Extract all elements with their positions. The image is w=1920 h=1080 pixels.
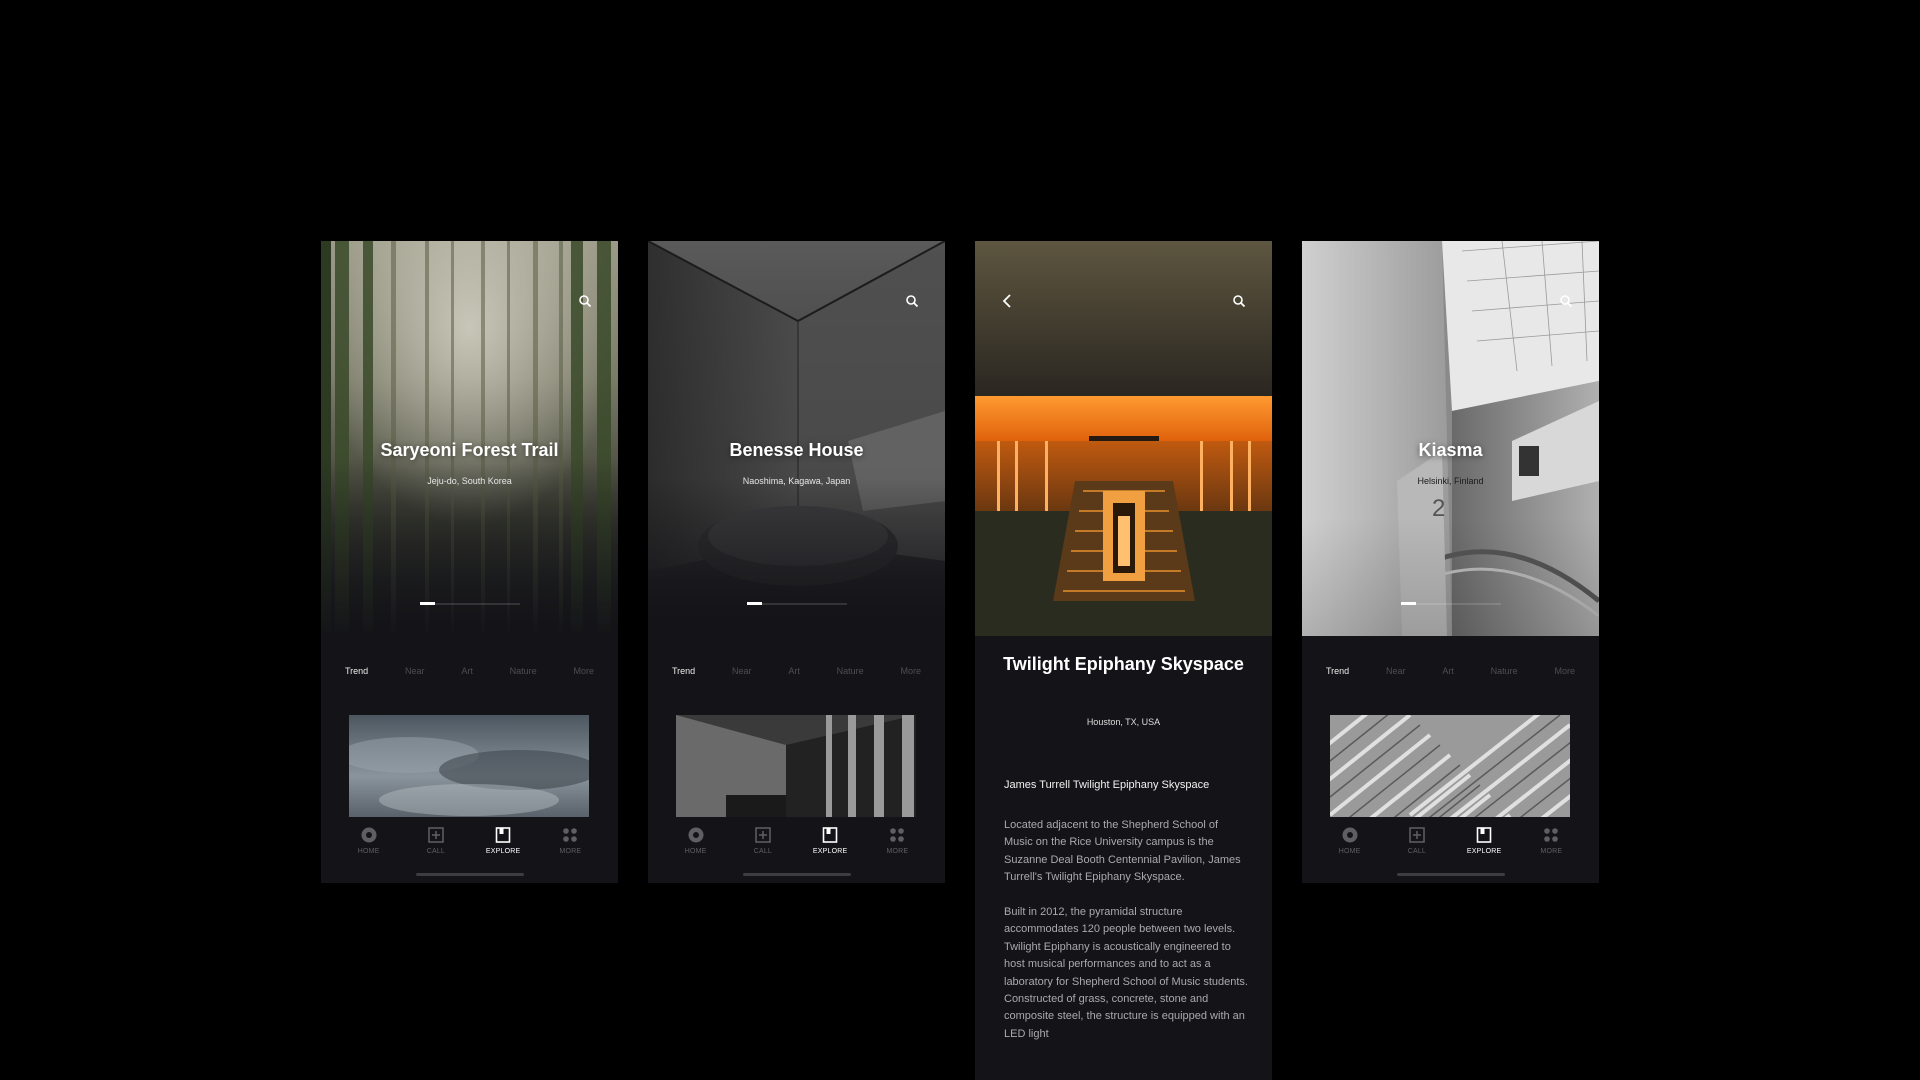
tab-nature[interactable]: Nature	[837, 666, 864, 682]
hero-shade	[648, 241, 945, 636]
nav-label: EXPLORE	[812, 848, 848, 855]
bottom-nav: HOME CALL EXPLORE MORE	[648, 826, 945, 866]
carousel-active-dot	[419, 602, 435, 605]
nav-home[interactable]: HOME	[344, 826, 394, 866]
category-tabs: Trend Near Art Nature More	[345, 666, 594, 682]
place-title: Benesse House	[729, 440, 864, 460]
nav-explore[interactable]: EXPLORE	[805, 826, 855, 866]
place-title: Twilight Epiphany Skyspace	[1003, 654, 1244, 674]
more-icon	[563, 828, 578, 842]
screen-kiasma: 2 Kiasma Helsinki, Finland Trend Near Ar…	[1302, 241, 1599, 883]
nav-explore[interactable]: EXPLORE	[478, 826, 528, 866]
more-icon	[890, 828, 905, 842]
hero-image-skyspace	[975, 241, 1272, 636]
nav-call[interactable]: CALL	[738, 826, 788, 866]
tab-nature[interactable]: Nature	[1491, 666, 1518, 682]
carousel-indicator[interactable]	[1400, 602, 1501, 605]
nav-label: CALL	[1407, 848, 1427, 855]
nav-label: EXPLORE	[485, 848, 521, 855]
nav-label: CALL	[753, 848, 773, 855]
category-tabs: Trend Near Art Nature More	[672, 666, 921, 682]
home-indicator[interactable]	[415, 873, 524, 876]
nav-more[interactable]: MORE	[545, 826, 595, 866]
home-icon	[688, 827, 704, 843]
tab-art[interactable]: Art	[788, 666, 800, 682]
thumbnail-stripes[interactable]	[1330, 715, 1570, 817]
call-icon	[755, 827, 771, 843]
screen-skyspace-detail: Twilight Epiphany Skyspace Houston, TX, …	[975, 241, 1272, 1080]
tab-more[interactable]: More	[900, 666, 921, 682]
carousel-indicator[interactable]	[419, 602, 520, 605]
tab-near[interactable]: Near	[732, 666, 752, 682]
tab-trend[interactable]: Trend	[672, 666, 695, 682]
search-icon[interactable]	[1559, 294, 1573, 308]
place-location: Naoshima, Kagawa, Japan	[742, 476, 851, 486]
home-icon	[361, 827, 377, 843]
bottom-nav: HOME CALL EXPLORE MORE	[321, 826, 618, 866]
tab-near[interactable]: Near	[1386, 666, 1406, 682]
home-indicator[interactable]	[1396, 873, 1505, 876]
article-heading: James Turrell Twilight Epiphany Skyspace	[1004, 779, 1210, 791]
place-location: Jeju-do, South Korea	[427, 476, 512, 486]
tab-art[interactable]: Art	[461, 666, 473, 682]
article-paragraph-1: Located adjacent to the Shepherd School …	[1004, 819, 1241, 884]
nav-label: CALL	[426, 848, 446, 855]
call-icon	[1409, 827, 1425, 843]
explore-icon	[495, 827, 511, 843]
place-location: Houston, TX, USA	[1086, 717, 1161, 727]
place-title: Saryeoni Forest Trail	[380, 440, 559, 460]
hero-shade	[1302, 241, 1599, 636]
tab-more[interactable]: More	[573, 666, 594, 682]
nav-call[interactable]: CALL	[1392, 826, 1442, 866]
nav-home[interactable]: HOME	[1325, 826, 1375, 866]
tab-art[interactable]: Art	[1442, 666, 1454, 682]
nav-label: HOME	[357, 848, 380, 855]
place-location: Helsinki, Finland	[1417, 476, 1484, 486]
nav-label: MORE	[559, 848, 582, 855]
carousel-indicator[interactable]	[746, 602, 847, 605]
tab-trend[interactable]: Trend	[345, 666, 368, 682]
nav-more[interactable]: MORE	[872, 826, 922, 866]
call-icon	[428, 827, 444, 843]
tab-nature[interactable]: Nature	[510, 666, 537, 682]
nav-label: HOME	[1338, 848, 1361, 855]
nav-call[interactable]: CALL	[411, 826, 461, 866]
carousel-active-dot	[1400, 602, 1416, 605]
nav-home[interactable]: HOME	[671, 826, 721, 866]
tab-more[interactable]: More	[1554, 666, 1575, 682]
tab-trend[interactable]: Trend	[1326, 666, 1349, 682]
place-title: Kiasma	[1418, 440, 1483, 460]
home-indicator[interactable]	[742, 873, 851, 876]
thumbnail-colonnade[interactable]	[676, 715, 916, 817]
article-paragraph-2: Built in 2012, the pyramidal structure a…	[1004, 906, 1248, 1040]
search-icon[interactable]	[1232, 294, 1246, 308]
tab-near[interactable]: Near	[405, 666, 425, 682]
explore-icon	[1476, 827, 1492, 843]
screen-benesse: Benesse House Naoshima, Kagawa, Japan Tr…	[648, 241, 945, 883]
nav-label: HOME	[684, 848, 707, 855]
thumbnail-clouds[interactable]	[349, 715, 589, 817]
hero-shade	[321, 241, 618, 636]
nav-more[interactable]: MORE	[1526, 826, 1576, 866]
explore-icon	[822, 827, 838, 843]
carousel-active-dot	[746, 602, 762, 605]
bottom-nav: HOME CALL EXPLORE MORE	[1302, 826, 1599, 866]
home-icon	[1342, 827, 1358, 843]
nav-label: MORE	[886, 848, 909, 855]
nav-label: MORE	[1540, 848, 1563, 855]
screen-forest: Saryeoni Forest Trail Jeju-do, South Kor…	[321, 241, 618, 883]
nav-label: EXPLORE	[1466, 848, 1502, 855]
nav-explore[interactable]: EXPLORE	[1459, 826, 1509, 866]
back-chevron-icon[interactable]	[1000, 293, 1014, 309]
search-icon[interactable]	[578, 294, 592, 308]
more-icon	[1544, 828, 1559, 842]
search-icon[interactable]	[905, 294, 919, 308]
category-tabs: Trend Near Art Nature More	[1326, 666, 1575, 682]
